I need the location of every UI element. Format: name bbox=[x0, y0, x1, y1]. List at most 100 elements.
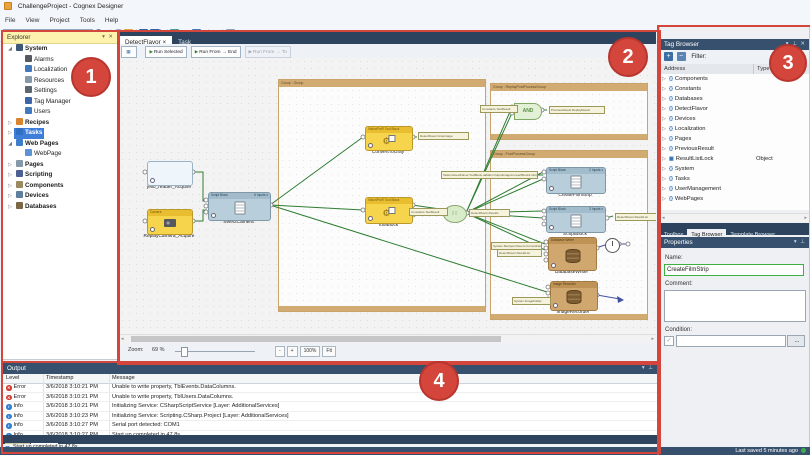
tag-row-usermanagement[interactable]: ▷{}UserManagement bbox=[660, 184, 809, 194]
explorer-item-users[interactable]: Users bbox=[3, 107, 117, 118]
task-diagram-canvas[interactable]: Group : GroupGroup : ReplayPostProcessGr… bbox=[119, 58, 656, 334]
output-row[interactable]: iInfo3/6/2018 3:10:23 PMInitializing Ser… bbox=[3, 412, 657, 422]
node-imagerecorder[interactable]: Image Recorder bbox=[550, 281, 598, 311]
node-converttogray[interactable]: VisionPro® Tool Block⚙ bbox=[365, 126, 413, 151]
output-row[interactable]: ✕Error3/6/2018 3:10:21 PMUnable to write… bbox=[3, 393, 657, 403]
zoom-fit-button[interactable]: Fit bbox=[322, 346, 336, 357]
expander-icon[interactable]: ▷ bbox=[6, 191, 14, 202]
expander-icon[interactable]: ▷ bbox=[660, 164, 668, 174]
menu-item-project[interactable]: Project bbox=[44, 14, 74, 27]
tag-row-databases[interactable]: ▷{}Databases bbox=[660, 94, 809, 104]
expander-icon[interactable]: ▷ bbox=[660, 94, 668, 104]
condition-field[interactable] bbox=[676, 335, 786, 347]
column-timestamp[interactable]: Timestamp bbox=[43, 374, 109, 383]
tag-row-localization[interactable]: ▷{}Localization bbox=[660, 124, 809, 134]
expander-icon[interactable]: ▷ bbox=[660, 114, 668, 124]
expander-icon[interactable]: ▷ bbox=[660, 184, 668, 194]
explorer-item-databases[interactable]: ▷Databases bbox=[3, 202, 117, 213]
zoom-100-button[interactable]: 100% bbox=[300, 346, 321, 357]
properties-header-icons[interactable]: ▾ ⊥ bbox=[794, 237, 806, 248]
condition-checkbox[interactable]: ✓ bbox=[664, 336, 674, 346]
node-jello-reader-acquire[interactable] bbox=[147, 161, 193, 186]
node-createfilmstrip[interactable]: 2 Inputs ▾Script Block bbox=[546, 167, 606, 194]
expander-icon[interactable]: ▷ bbox=[660, 104, 668, 114]
tag-reference-label[interactable]: DetectFlavor.ResultList bbox=[497, 249, 542, 257]
explorer-item-recipes[interactable]: ▷Recipes bbox=[3, 118, 117, 129]
condition-browse-button[interactable]: ... bbox=[787, 335, 805, 347]
expander-icon[interactable]: ▷ bbox=[6, 170, 14, 181]
tag-row-constants[interactable]: ▷{}Constants bbox=[660, 84, 809, 94]
collapse-all-icon[interactable]: − bbox=[677, 52, 686, 61]
tag-row-system[interactable]: ▷{}System bbox=[660, 164, 809, 174]
expander-icon[interactable]: ▷ bbox=[660, 194, 668, 204]
node-input-count-badge[interactable]: 3 Inputs ▾ bbox=[589, 207, 603, 213]
node-replaycamera-acquire[interactable]: Camera bbox=[147, 209, 193, 235]
and-gate-node[interactable]: AND bbox=[514, 103, 542, 120]
zoom-out-button[interactable]: - bbox=[275, 346, 285, 357]
tag-reference-label[interactable]: Tasks.DetectFlavor.ToolBlock.uaMain.Outp… bbox=[441, 171, 538, 179]
tag-row-tasks[interactable]: ▷{}Tasks bbox=[660, 174, 809, 184]
expander-icon[interactable]: ▷ bbox=[660, 144, 668, 154]
tag-row-previousresult[interactable]: ▷{}PreviousResult bbox=[660, 144, 809, 154]
scroll-left-icon[interactable]: ◂ bbox=[662, 215, 665, 221]
node-scriptblock[interactable]: 3 Inputs ▾Script Block bbox=[546, 206, 606, 233]
tag-reference-label[interactable]: DetectFlavor.Results bbox=[469, 209, 510, 217]
zoom-slider-thumb[interactable] bbox=[181, 347, 188, 357]
delay-timer-node[interactable] bbox=[605, 238, 620, 253]
node-input-count-badge[interactable]: 6 Inputs ▾ bbox=[254, 193, 268, 199]
tag-reference-label[interactable]: Constants.TestResult bbox=[480, 105, 518, 113]
tag-row-pages[interactable]: ▷{}Pages bbox=[660, 134, 809, 144]
tag-row-detectflavor[interactable]: ▷{}DetectFlavor bbox=[660, 104, 809, 114]
expander-icon[interactable]: ▷ bbox=[6, 160, 14, 171]
expander-icon[interactable]: ▷ bbox=[6, 118, 14, 129]
menu-item-view[interactable]: View bbox=[20, 14, 44, 27]
expander-icon[interactable]: ◢ bbox=[6, 139, 14, 150]
layout-grid-button[interactable]: ▦ bbox=[121, 46, 137, 58]
tag-reference-label[interactable]: Constants.TestResult bbox=[409, 208, 448, 216]
run-selected-button[interactable]: ▶Run Selected bbox=[145, 46, 186, 58]
explorer-item-scripting[interactable]: ▷Scripting bbox=[3, 170, 117, 181]
expander-icon[interactable]: ◢ bbox=[6, 44, 14, 55]
expander-icon[interactable]: ▷ bbox=[660, 134, 668, 144]
menu-item-help[interactable]: Help bbox=[100, 14, 123, 27]
expander-icon[interactable]: ▷ bbox=[660, 154, 668, 164]
node-input-count-badge[interactable]: 2 Inputs ▾ bbox=[589, 168, 603, 174]
explorer-item-tasks[interactable]: ▷Tasks bbox=[3, 128, 117, 139]
comment-field[interactable] bbox=[664, 290, 806, 322]
column-address[interactable]: Address bbox=[664, 64, 685, 74]
explorer-item-system[interactable]: ◢System bbox=[3, 44, 117, 55]
explorer-item-components[interactable]: ▷Components bbox=[3, 181, 117, 192]
column-type[interactable]: Type bbox=[753, 64, 770, 74]
explorer-item-web-pages[interactable]: ◢Web Pages bbox=[3, 139, 117, 150]
scroll-left-icon[interactable]: ◂ bbox=[121, 336, 124, 342]
tag-reference-label[interactable]: System.ImageFolder bbox=[512, 297, 551, 305]
expander-icon[interactable]: ▷ bbox=[660, 74, 668, 84]
tag-row-resultlistlock[interactable]: ▷▦ResultListLockObject bbox=[660, 154, 809, 164]
scroll-right-icon[interactable]: ▸ bbox=[651, 336, 654, 342]
scrollbar-thumb[interactable] bbox=[131, 336, 501, 342]
menu-item-file[interactable]: File bbox=[0, 14, 20, 27]
expander-icon[interactable]: ▷ bbox=[6, 181, 14, 192]
node-toolblock[interactable]: VisionPro® Tool Block⚙ bbox=[365, 197, 413, 224]
tag-row-devices[interactable]: ▷{}Devices bbox=[660, 114, 809, 124]
expander-icon[interactable]: ▷ bbox=[660, 174, 668, 184]
explorer-item-devices[interactable]: ▷Devices bbox=[3, 191, 117, 202]
tag-reference-label[interactable]: DetectFlavor.ResultList bbox=[615, 213, 656, 221]
output-row[interactable]: ✕Error3/6/2018 3:10:21 PMUnable to write… bbox=[3, 383, 657, 393]
expander-icon[interactable]: ▷ bbox=[6, 202, 14, 213]
node-selectcamera[interactable]: 6 Inputs ▾Script Block bbox=[208, 192, 271, 221]
column-message[interactable]: Message bbox=[109, 374, 657, 383]
tag-reference-label[interactable]: PreviousResult.ReplayResult bbox=[549, 106, 605, 114]
explorer-item-webpage[interactable]: WebPage bbox=[3, 149, 117, 160]
expander-icon[interactable]: ▷ bbox=[6, 128, 14, 139]
output-row[interactable]: iInfo3/6/2018 3:10:27 PMSerial port dete… bbox=[3, 421, 657, 431]
properties-header[interactable]: Properties ▾ ⊥ bbox=[660, 237, 809, 248]
scroll-right-icon[interactable]: ▸ bbox=[804, 215, 807, 221]
expand-all-icon[interactable]: + bbox=[664, 52, 673, 61]
expander-icon[interactable]: ▷ bbox=[660, 84, 668, 94]
run-from-end-button[interactable]: ▶Run From → End bbox=[191, 46, 241, 58]
explorer-header[interactable]: Explorer ▾ ✕ bbox=[3, 32, 117, 44]
name-field[interactable]: CreateFilmStrip bbox=[664, 264, 804, 276]
explorer-item-pages[interactable]: ▷Pages bbox=[3, 160, 117, 171]
tag-row-webpages[interactable]: ▷{}WebPages bbox=[660, 194, 809, 204]
